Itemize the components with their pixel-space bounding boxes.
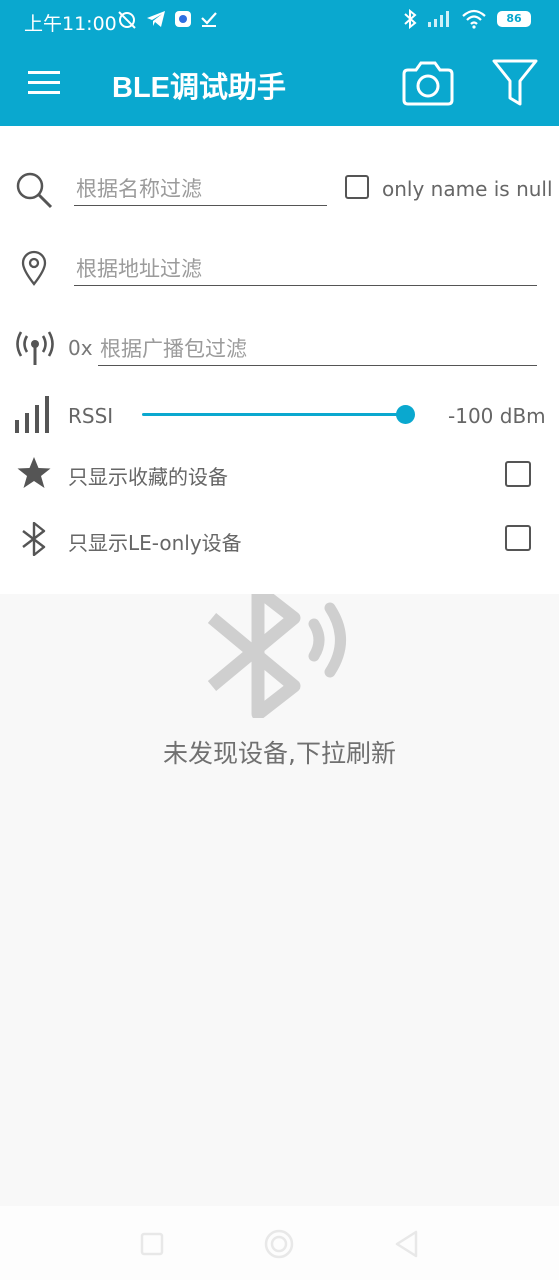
bluetooth-searching-icon [207, 594, 346, 718]
status-notification-icons [116, 9, 218, 29]
signal-icon [428, 11, 449, 27]
home-icon[interactable] [263, 1228, 295, 1260]
app-notification-icon [175, 11, 191, 27]
back-icon[interactable] [394, 1230, 420, 1258]
menu-icon[interactable] [26, 66, 62, 102]
app-title: BLE调试助手 [112, 72, 287, 104]
bluetooth-icon [22, 522, 46, 556]
recents-icon[interactable] [140, 1232, 164, 1256]
app-bar: BLE调试助手 [0, 42, 559, 126]
wifi-icon [462, 9, 486, 29]
favorites-only-label: 只显示收藏的设备 [68, 465, 228, 489]
telegram-icon [147, 11, 165, 27]
status-system-icons: 86 [403, 9, 531, 29]
name-filter-input[interactable] [74, 172, 327, 206]
rssi-label: RSSI [68, 404, 114, 428]
status-time: 上午11:00 [24, 13, 117, 35]
broadcast-antenna-icon [16, 331, 54, 365]
le-only-label: 只显示LE-only设备 [68, 531, 242, 555]
le-only-checkbox[interactable] [505, 525, 531, 551]
camera-icon[interactable] [400, 58, 456, 110]
device-list-empty-state[interactable]: 未发现设备,下拉刷新 [0, 594, 559, 1206]
battery-icon: 86 [497, 11, 531, 27]
address-filter-input[interactable] [74, 252, 537, 286]
location-pin-icon [21, 250, 47, 286]
bluetooth-status-icon [404, 9, 417, 29]
empty-state-message: 未发现设备,下拉刷新 [163, 739, 396, 768]
favorites-only-checkbox[interactable] [505, 461, 531, 487]
only-name-null-label: only name is null [382, 177, 553, 201]
adv-filter-input[interactable] [98, 332, 537, 366]
filter-icon[interactable] [490, 56, 540, 110]
filter-panel: only name is null 0x RSSI -100 dBm 只显示收藏… [0, 126, 559, 594]
rssi-value: -100 dBm [448, 404, 546, 428]
navigation-bar [0, 1206, 559, 1280]
adv-prefix-label: 0x [68, 336, 93, 360]
search-icon [16, 172, 53, 209]
signal-strength-icon [15, 396, 49, 433]
rssi-slider-track[interactable] [142, 413, 406, 416]
alarm-off-icon [118, 11, 136, 29]
rssi-slider-thumb[interactable] [396, 405, 415, 424]
only-name-null-checkbox[interactable] [345, 175, 369, 199]
download-done-icon [201, 12, 217, 27]
status-bar: 上午11:00 86 [0, 0, 559, 42]
star-icon [17, 457, 51, 488]
